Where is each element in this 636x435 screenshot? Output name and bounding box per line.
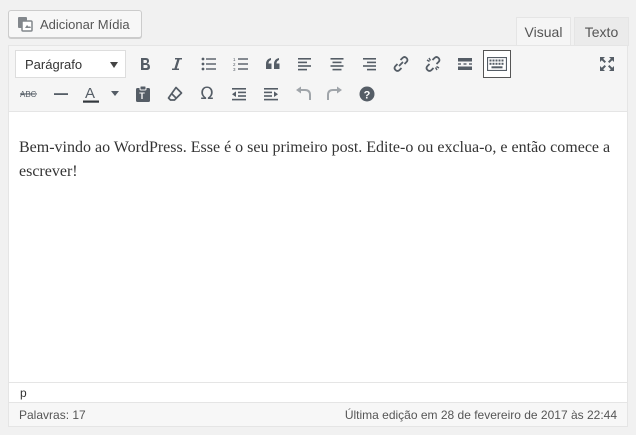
align-right-button[interactable] <box>355 50 383 78</box>
bullet-list-button[interactable] <box>195 50 223 78</box>
text-color-label: A <box>85 85 95 102</box>
bold-button[interactable] <box>131 50 159 78</box>
align-right-icon <box>363 58 376 71</box>
media-icon <box>18 16 33 32</box>
align-left-button[interactable] <box>291 50 319 78</box>
editor-header: Adicionar Mídia Visual Texto <box>0 0 636 46</box>
strikethrough-icon: ABC <box>20 90 37 99</box>
fullscreen-icon <box>600 57 614 71</box>
chevron-down-icon <box>110 62 118 68</box>
element-path: p <box>9 382 627 402</box>
read-more-icon <box>458 58 472 70</box>
unlink-icon <box>425 56 441 72</box>
path-element-p[interactable]: p <box>20 386 27 400</box>
editor-toolbar: Parágrafo 123 ABC A T Ω ? <box>9 46 627 112</box>
svg-text:?: ? <box>364 89 371 101</box>
special-char-button[interactable]: Ω <box>193 80 221 108</box>
last-edit: Última edição em 28 de fevereiro de 2017… <box>344 408 617 422</box>
tab-visual-label: Visual <box>524 24 563 40</box>
numbered-list-button[interactable]: 123 <box>227 50 255 78</box>
clear-formatting-button[interactable] <box>161 80 189 108</box>
bullet-list-icon <box>201 57 216 71</box>
blockquote-icon <box>266 58 280 69</box>
svg-text:3: 3 <box>233 67 236 71</box>
undo-button[interactable] <box>289 80 317 108</box>
indent-icon <box>264 88 278 101</box>
omega-icon: Ω <box>200 84 214 104</box>
align-center-icon <box>330 58 344 71</box>
format-select[interactable]: Parágrafo <box>15 50 126 78</box>
link-icon <box>393 56 409 72</box>
tab-texto[interactable]: Texto <box>574 17 629 46</box>
add-media-label: Adicionar Mídia <box>40 16 130 32</box>
paste-text-button[interactable]: T <box>129 80 157 108</box>
help-button[interactable]: ? <box>353 80 381 108</box>
align-left-icon <box>298 58 311 71</box>
undo-icon <box>296 86 311 100</box>
redo-icon <box>327 86 342 100</box>
link-button[interactable] <box>387 50 415 78</box>
add-media-button[interactable]: Adicionar Mídia <box>8 10 142 38</box>
italic-button[interactable] <box>163 50 191 78</box>
outdent-icon <box>232 88 246 101</box>
blockquote-button[interactable] <box>259 50 287 78</box>
editor-content[interactable]: Bem-vindo ao WordPress. Esse é o seu pri… <box>9 112 627 382</box>
text-color-icon: A <box>83 85 119 103</box>
editor: Parágrafo 123 ABC A T Ω ? Bem-vindo ao W… <box>8 45 628 427</box>
indent-button[interactable] <box>257 80 285 108</box>
outdent-button[interactable] <box>225 80 253 108</box>
format-select-value: Parágrafo <box>25 56 83 72</box>
paste-text-icon: T <box>136 85 150 102</box>
read-more-button[interactable] <box>451 50 479 78</box>
toolbar-toggle-icon <box>487 57 507 71</box>
help-icon: ? <box>359 86 375 102</box>
text-color-button[interactable]: A <box>79 80 123 108</box>
svg-text:T: T <box>139 91 145 101</box>
horizontal-line-icon <box>54 93 68 95</box>
tab-texto-label: Texto <box>584 24 619 40</box>
align-center-button[interactable] <box>323 50 351 78</box>
word-count: Palavras: 17 <box>19 408 86 422</box>
numbered-list-icon: 123 <box>233 57 248 71</box>
clear-formatting-icon <box>167 86 183 101</box>
toolbar-toggle-button[interactable] <box>483 50 511 78</box>
strikethrough-button[interactable]: ABC <box>15 80 43 108</box>
fullscreen-button[interactable] <box>593 50 621 78</box>
tab-visual[interactable]: Visual <box>516 17 571 46</box>
unlink-button[interactable] <box>419 50 447 78</box>
redo-button[interactable] <box>321 80 349 108</box>
content-paragraph: Bem-vindo ao WordPress. Esse é o seu pri… <box>19 139 611 180</box>
status-bar: Palavras: 17 Última edição em 28 de feve… <box>9 402 627 426</box>
bold-icon <box>141 58 150 70</box>
horizontal-line-button[interactable] <box>47 80 75 108</box>
italic-icon <box>172 58 182 70</box>
